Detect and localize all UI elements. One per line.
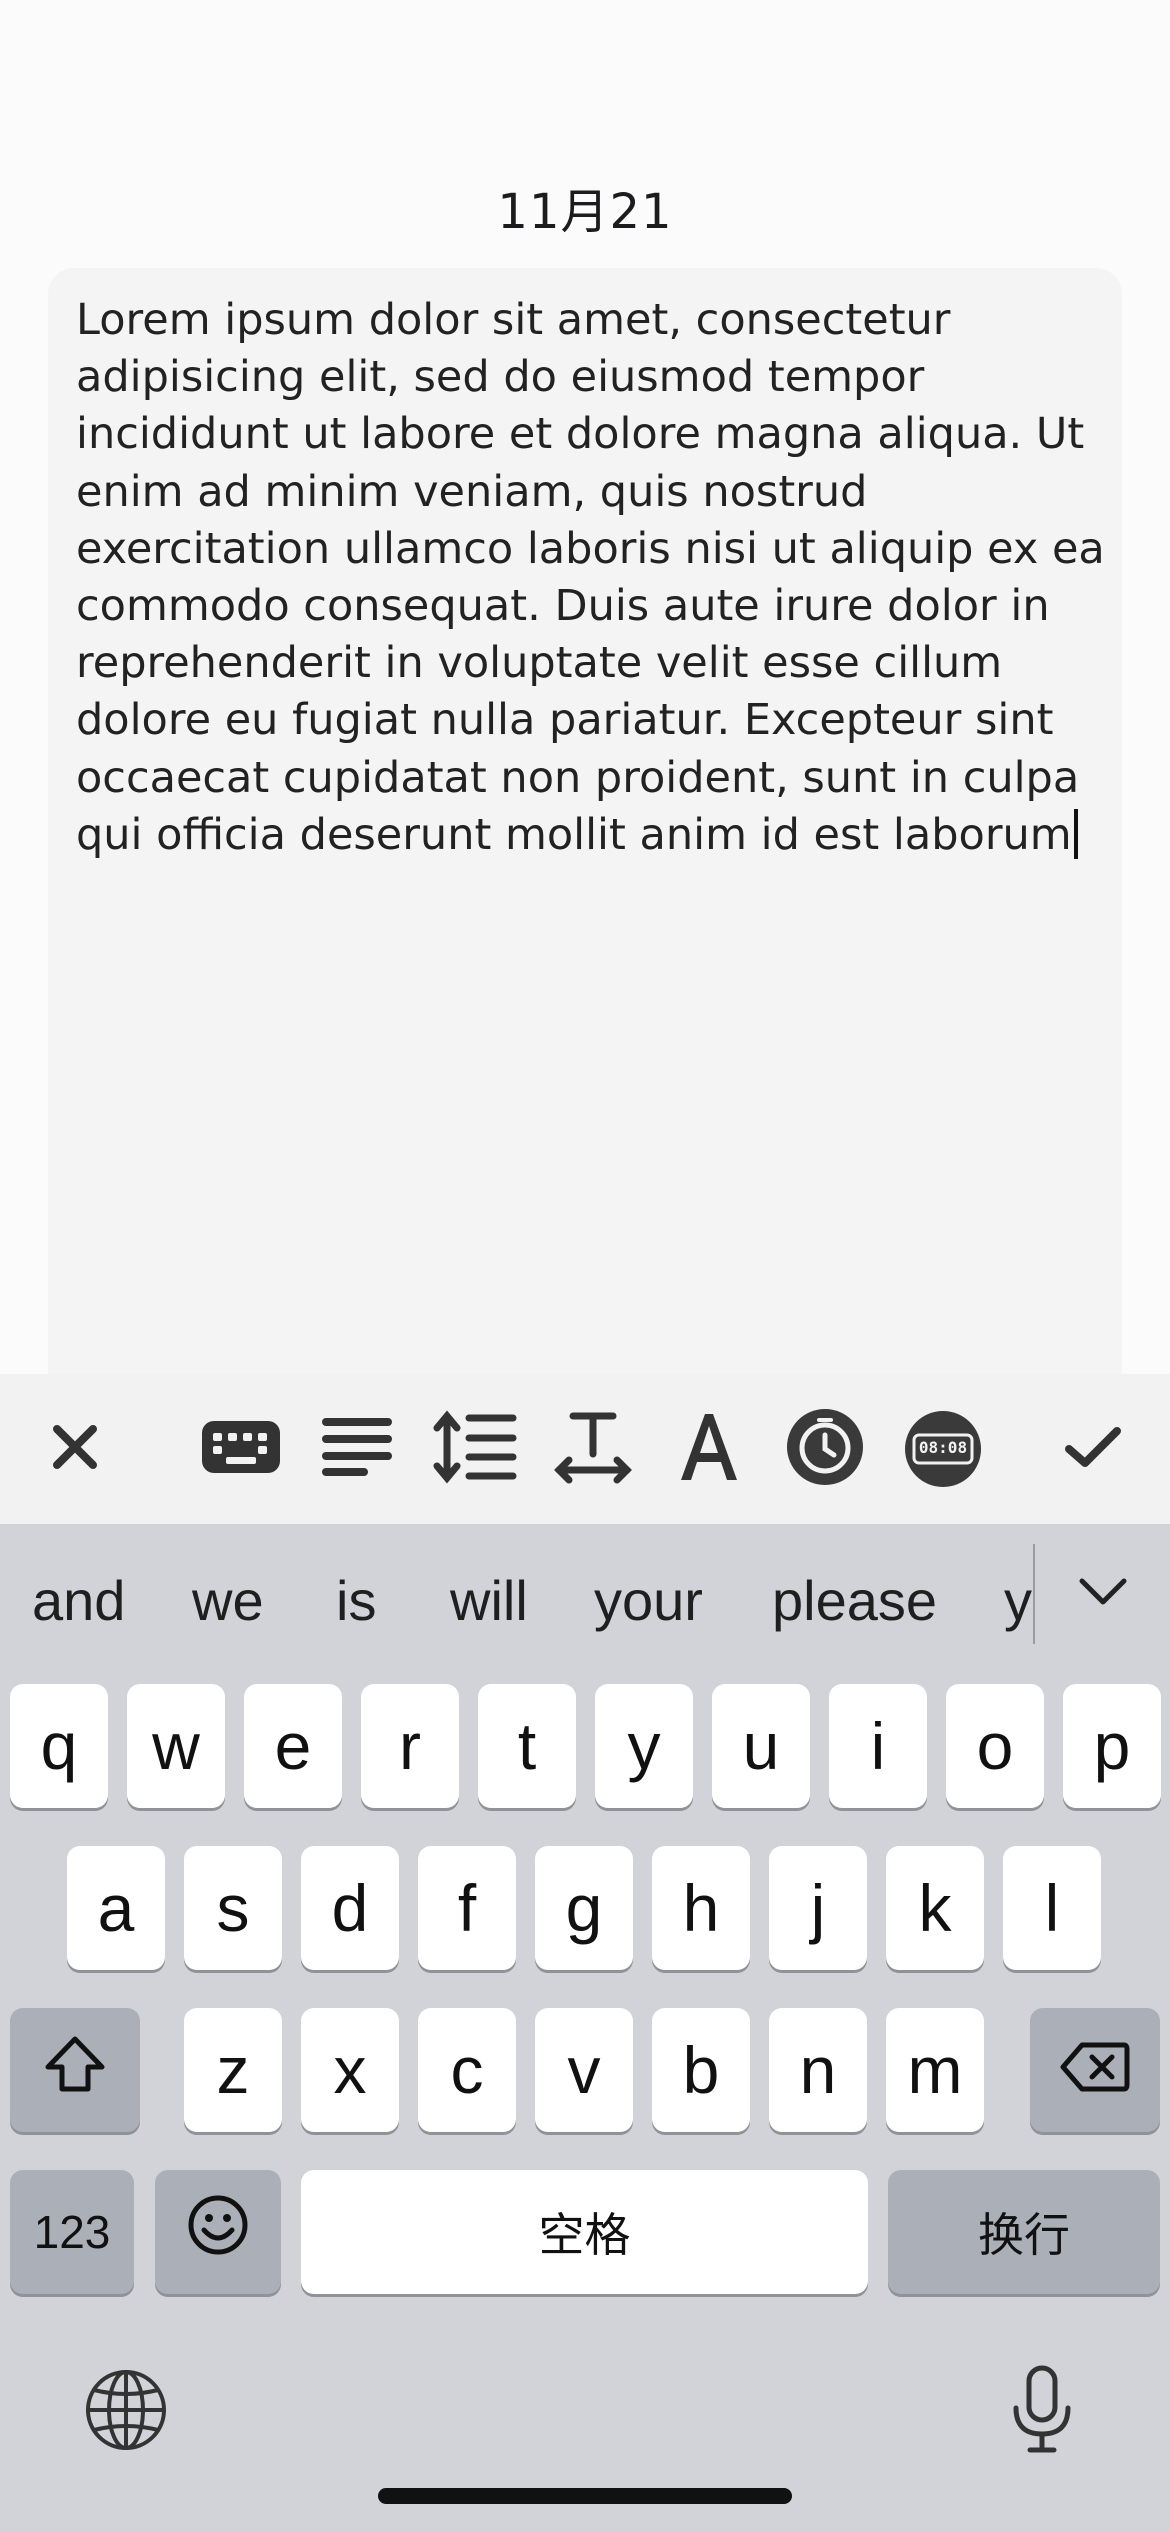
- suggestion-item[interactable]: y: [1004, 1568, 1032, 1633]
- key-i[interactable]: i: [829, 1684, 927, 1808]
- key-e[interactable]: e: [244, 1684, 342, 1808]
- shift-key[interactable]: [10, 2008, 140, 2132]
- text-align-button[interactable]: [312, 1404, 402, 1494]
- key-s[interactable]: s: [184, 1846, 282, 1970]
- suggestion-item[interactable]: we: [192, 1568, 264, 1633]
- key-j[interactable]: j: [769, 1846, 867, 1970]
- suggestion-bar: and we is will your please y: [0, 1524, 1170, 1654]
- close-icon: [51, 1423, 99, 1475]
- microphone-icon: [1010, 2364, 1074, 2460]
- note-editor[interactable]: Lorem ipsum dolor sit amet, consectetur …: [48, 268, 1122, 1388]
- suggestion-item[interactable]: and: [32, 1568, 125, 1633]
- digital-clock-label: 08:08: [918, 1438, 968, 1457]
- dictation-button[interactable]: [998, 2362, 1086, 2462]
- suggestion-item[interactable]: please: [772, 1568, 937, 1633]
- key-t[interactable]: t: [478, 1684, 576, 1808]
- key-r[interactable]: r: [361, 1684, 459, 1808]
- key-k[interactable]: k: [886, 1846, 984, 1970]
- key-w[interactable]: w: [127, 1684, 225, 1808]
- keyboard-icon: [200, 1419, 282, 1479]
- text-size-icon: [553, 1410, 633, 1488]
- home-indicator[interactable]: [378, 2488, 792, 2504]
- digital-clock-icon: 08:08: [904, 1410, 982, 1488]
- close-button[interactable]: [30, 1404, 120, 1494]
- key-f[interactable]: f: [418, 1846, 516, 1970]
- format-toolbar: 08:08: [0, 1374, 1170, 1524]
- key-z[interactable]: z: [184, 2008, 282, 2132]
- suggestion-item[interactable]: is: [336, 1568, 376, 1633]
- text-cursor: [1073, 808, 1078, 859]
- key-g[interactable]: g: [535, 1846, 633, 1970]
- backspace-icon: [1060, 2032, 1130, 2108]
- key-o[interactable]: o: [946, 1684, 1044, 1808]
- key-p[interactable]: p: [1063, 1684, 1161, 1808]
- key-b[interactable]: b: [652, 2008, 750, 2132]
- key-u[interactable]: u: [712, 1684, 810, 1808]
- key-l[interactable]: l: [1003, 1846, 1101, 1970]
- suggestion-divider: [1033, 1544, 1035, 1644]
- chevron-down-icon: [1078, 1577, 1128, 1611]
- expand-suggestions-button[interactable]: [1070, 1564, 1136, 1624]
- key-q[interactable]: q: [10, 1684, 108, 1808]
- globe-icon: [84, 2368, 168, 2456]
- key-m[interactable]: m: [886, 2008, 984, 2132]
- key-d[interactable]: d: [301, 1846, 399, 1970]
- clock-icon: [786, 1408, 864, 1490]
- align-left-icon: [322, 1416, 392, 1482]
- key-v[interactable]: v: [535, 2008, 633, 2132]
- text-size-button[interactable]: [548, 1404, 638, 1494]
- line-spacing-icon: [433, 1408, 517, 1490]
- clock-button[interactable]: [780, 1404, 870, 1494]
- space-key[interactable]: 空格: [301, 2170, 868, 2294]
- language-switch-button[interactable]: [82, 2368, 170, 2456]
- font-icon: [677, 1412, 741, 1486]
- done-button[interactable]: [1048, 1404, 1138, 1494]
- shift-icon: [44, 2032, 106, 2108]
- note-date-title: 11月21: [497, 184, 673, 240]
- software-keyboard: and we is will your please y q w e r t y…: [0, 1524, 1170, 2532]
- digital-clock-button[interactable]: 08:08: [898, 1404, 988, 1494]
- suggestion-overflow: y: [1000, 1524, 1034, 1654]
- suggestion-item[interactable]: your: [594, 1568, 703, 1633]
- key-a[interactable]: a: [67, 1846, 165, 1970]
- note-body-text: Lorem ipsum dolor sit amet, consectetur …: [76, 295, 1105, 860]
- keyboard-toggle-button[interactable]: [196, 1404, 286, 1494]
- backspace-key[interactable]: [1030, 2008, 1160, 2132]
- key-y[interactable]: y: [595, 1684, 693, 1808]
- key-h[interactable]: h: [652, 1846, 750, 1970]
- suggestion-item[interactable]: will: [450, 1568, 528, 1633]
- emoji-icon: [187, 2194, 249, 2271]
- key-c[interactable]: c: [418, 2008, 516, 2132]
- return-key[interactable]: 换行: [888, 2170, 1160, 2294]
- note-text-area[interactable]: Lorem ipsum dolor sit amet, consectetur …: [76, 292, 1106, 864]
- key-x[interactable]: x: [301, 2008, 399, 2132]
- checkmark-icon: [1063, 1423, 1123, 1475]
- key-n[interactable]: n: [769, 2008, 867, 2132]
- numbers-key[interactable]: 123: [10, 2170, 134, 2294]
- line-spacing-button[interactable]: [430, 1404, 520, 1494]
- emoji-key[interactable]: [155, 2170, 281, 2294]
- font-button[interactable]: [664, 1404, 754, 1494]
